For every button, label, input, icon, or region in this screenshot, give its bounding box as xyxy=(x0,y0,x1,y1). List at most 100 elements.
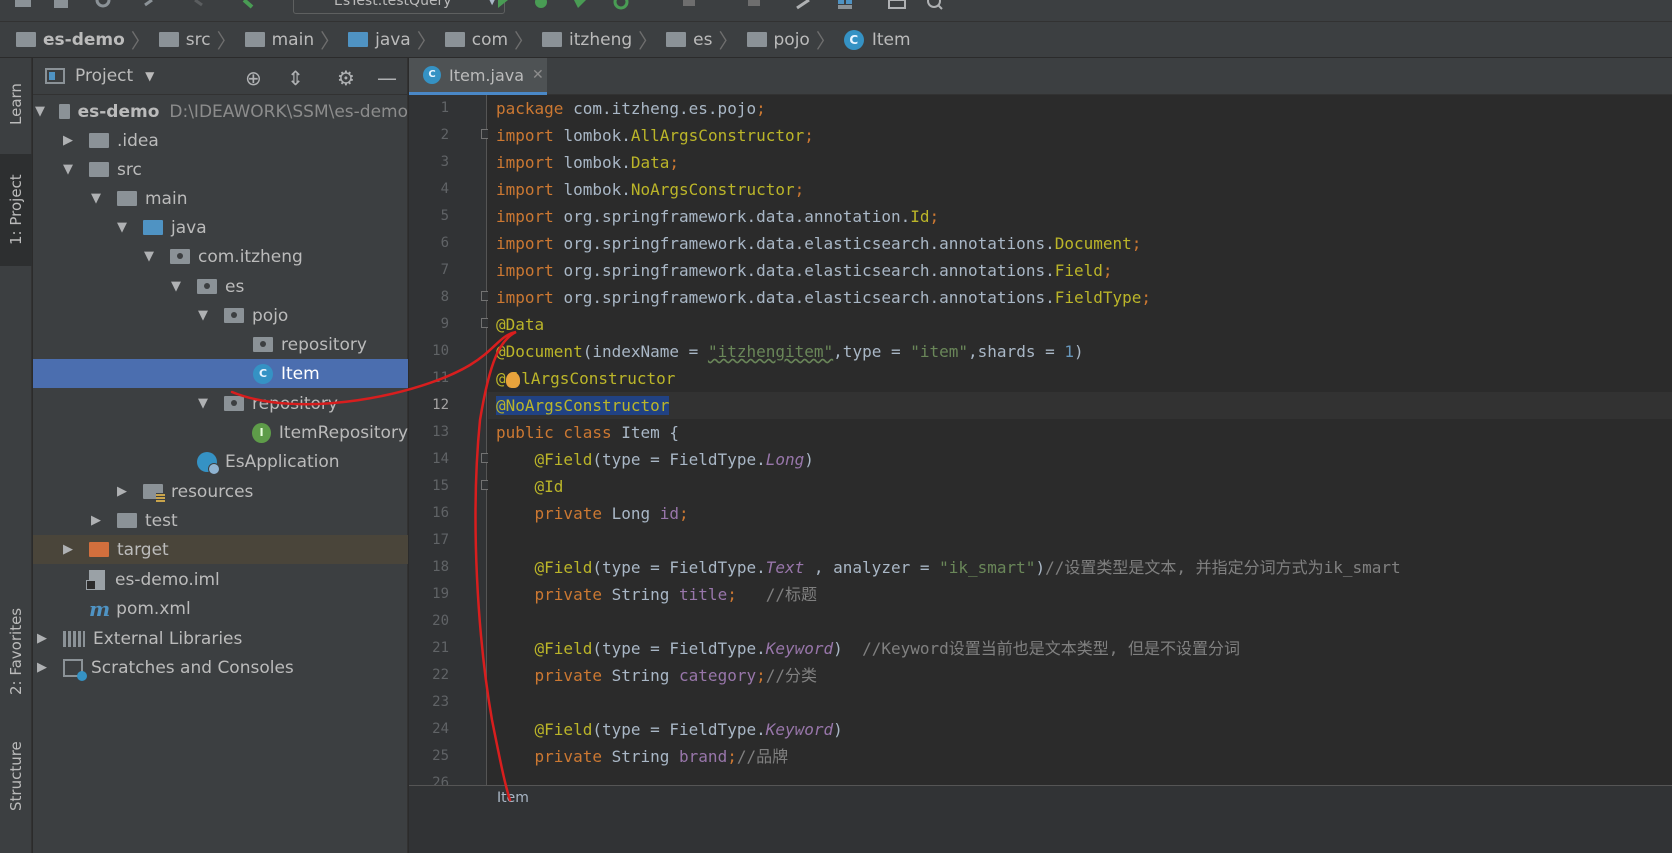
tree-item-external-libraries[interactable]: ▶ External Libraries xyxy=(33,624,408,653)
line-number: 25 xyxy=(432,748,449,764)
expanded-arrow-icon[interactable]: ▼ xyxy=(142,249,156,264)
tab-favorites[interactable]: 2: Favorites xyxy=(0,586,32,716)
expanded-arrow-icon[interactable]: ▼ xyxy=(196,396,210,411)
tree-item-test[interactable]: ▶ test xyxy=(33,506,408,535)
minimize-icon[interactable]: — xyxy=(377,66,397,90)
module-folder-icon xyxy=(59,104,70,119)
line-number: 13 xyxy=(432,424,449,440)
collapsed-arrow-icon[interactable]: ▶ xyxy=(89,513,103,528)
expanded-arrow-icon[interactable]: ▼ xyxy=(169,279,183,294)
breadcrumb-item-java[interactable]: java 〉 xyxy=(348,25,445,54)
breadcrumb-item-item[interactable]: C Item xyxy=(843,29,911,50)
tree-item-pom-xml[interactable]: ▶mpom.xml xyxy=(33,594,408,623)
search-icon[interactable] xyxy=(926,0,944,10)
tree-item-repository[interactable]: ▼ repository xyxy=(33,389,408,418)
interface-icon: I xyxy=(252,422,271,443)
collapsed-arrow-icon[interactable]: ▶ xyxy=(61,542,75,557)
editor-status-strip: Item xyxy=(409,785,1672,853)
collapsed-arrow-icon[interactable]: ▶ xyxy=(115,484,129,499)
breadcrumb-item-pojo[interactable]: pojo 〉 xyxy=(746,25,844,54)
project-structure-icon[interactable] xyxy=(836,0,854,10)
wrench-icon[interactable] xyxy=(795,0,813,10)
tree-item-label: Scratches and Consoles xyxy=(91,657,294,678)
line-number: 21 xyxy=(432,640,449,656)
class-icon: C xyxy=(253,363,273,384)
editor-tab-item-java[interactable]: C Item.java ✕ xyxy=(409,58,547,95)
open-folder-icon[interactable] xyxy=(14,0,32,10)
breadcrumb-label: es-demo xyxy=(43,29,125,50)
run-with-coverage-icon[interactable] xyxy=(572,0,590,10)
profile-icon[interactable] xyxy=(612,0,630,10)
debug-icon[interactable] xyxy=(532,0,550,10)
stop-icon[interactable] xyxy=(680,0,698,10)
breadcrumb-item-itzheng[interactable]: itzheng 〉 xyxy=(542,25,666,54)
tab-learn[interactable]: Learn xyxy=(0,64,32,144)
tree-item-main[interactable]: ▼ main xyxy=(33,184,408,213)
back-icon[interactable] xyxy=(140,0,158,10)
build-icon[interactable] xyxy=(240,0,258,10)
tree-item-java[interactable]: ▼ java xyxy=(33,213,408,242)
breadcrumb-item-es[interactable]: es 〉 xyxy=(666,25,746,54)
breadcrumb-item-es-demo[interactable]: es-demo 〉 xyxy=(16,25,159,54)
line-number: 22 xyxy=(432,667,449,683)
tree-item-idea[interactable]: ▶ .idea xyxy=(33,126,408,155)
tree-item-label: pom.xml xyxy=(116,598,191,619)
tree-item-label: com.itzheng xyxy=(198,246,303,267)
forward-icon[interactable] xyxy=(190,0,208,10)
code-editor[interactable]: package com.itzheng.es.pojo; import lomb… xyxy=(488,95,1672,785)
tab-project[interactable]: 1: Project xyxy=(0,154,32,266)
breadcrumb-item-src[interactable]: src 〉 xyxy=(158,25,245,54)
collapsed-arrow-icon[interactable]: ▶ xyxy=(35,660,49,675)
expanded-arrow-icon[interactable]: ▼ xyxy=(89,191,103,206)
tab-structure[interactable]: Structure xyxy=(0,726,32,826)
tree-item-itemrepository[interactable]: ▶IItemRepository xyxy=(33,418,408,447)
code-line: @ llArgsConstructor xyxy=(496,369,676,388)
gear-icon[interactable]: ⚙ xyxy=(337,66,355,90)
project-tool-window: Project ▼ ⊕ ⇕ ⚙ — ▼ es-demo D:\IDEAWORK\SS… xyxy=(33,58,408,853)
tree-item-scratches[interactable]: ▶ Scratches and Consoles xyxy=(33,653,408,682)
folder-icon xyxy=(244,32,265,47)
code-line: import org.springframework.data.elastics… xyxy=(496,261,1113,280)
chevron-down-icon[interactable]: ▼ xyxy=(145,69,154,83)
project-view-select[interactable]: Project xyxy=(75,66,133,86)
tree-item-label: target xyxy=(117,539,169,560)
expanded-arrow-icon[interactable]: ▼ xyxy=(115,220,129,235)
collapsed-arrow-icon[interactable]: ▶ xyxy=(61,133,75,148)
save-icon[interactable] xyxy=(52,0,70,10)
run-icon[interactable] xyxy=(494,0,512,10)
expanded-arrow-icon[interactable]: ▼ xyxy=(196,308,210,323)
expanded-arrow-icon[interactable]: ▼ xyxy=(35,104,45,119)
editor-gutter[interactable]: 1 2 3 4 5 6 7 8 9 10 11 12 13 14 15 16 17 18 19 20 21 22 23 24 2… xyxy=(409,95,491,791)
expanded-arrow-icon[interactable]: ▼ xyxy=(61,162,75,177)
close-icon[interactable]: ✕ xyxy=(532,67,544,83)
breadcrumb-item-com[interactable]: com 〉 xyxy=(444,25,542,54)
tree-item-es-demo-iml[interactable]: ▶es-demo.iml xyxy=(33,565,408,594)
update-icon[interactable] xyxy=(745,0,763,10)
code-line: public class Item { xyxy=(496,423,680,442)
tree-item-src[interactable]: ▼ src xyxy=(33,155,408,184)
tree-item-es-demo[interactable]: ▼ es-demo D:\IDEAWORK\SSM\es-demo xyxy=(33,97,408,126)
tree-item-pojo[interactable]: ▼ pojo xyxy=(33,301,408,330)
tree-item-label: pojo xyxy=(252,305,289,326)
sync-icon[interactable] xyxy=(94,0,112,10)
structure-breadcrumb[interactable]: Item xyxy=(497,790,529,806)
package-icon xyxy=(666,32,687,47)
tree-item-resources[interactable]: ▶ resources xyxy=(33,477,408,506)
breadcrumb-item-main[interactable]: main 〉 xyxy=(244,25,348,54)
locate-icon[interactable]: ⊕ xyxy=(245,66,262,90)
intention-bulb-icon[interactable] xyxy=(505,371,520,388)
breadcrumb-label: itzheng xyxy=(569,29,633,50)
terminal-icon[interactable] xyxy=(888,0,906,10)
tree-item-pojo-repository[interactable]: ▶repository xyxy=(33,330,408,359)
tree-item-es[interactable]: ▼ es xyxy=(33,272,408,301)
tree-item-target[interactable]: ▶ target xyxy=(33,535,408,564)
code-line: import lombok.NoArgsConstructor; xyxy=(496,180,805,199)
collapse-all-icon[interactable]: ⇕ xyxy=(287,66,304,90)
tree-item-com-itzheng[interactable]: ▼ com.itzheng xyxy=(33,242,408,271)
run-configuration-select[interactable]: EsTest.testQuery ▼ xyxy=(293,0,505,14)
excluded-folder-icon xyxy=(89,542,109,557)
collapsed-arrow-icon[interactable]: ▶ xyxy=(35,631,49,646)
folder-icon xyxy=(89,133,109,148)
tree-item-esapplication[interactable]: ▶EsApplication xyxy=(33,447,408,476)
tree-item-item-class[interactable]: ▶CItem xyxy=(33,359,408,388)
